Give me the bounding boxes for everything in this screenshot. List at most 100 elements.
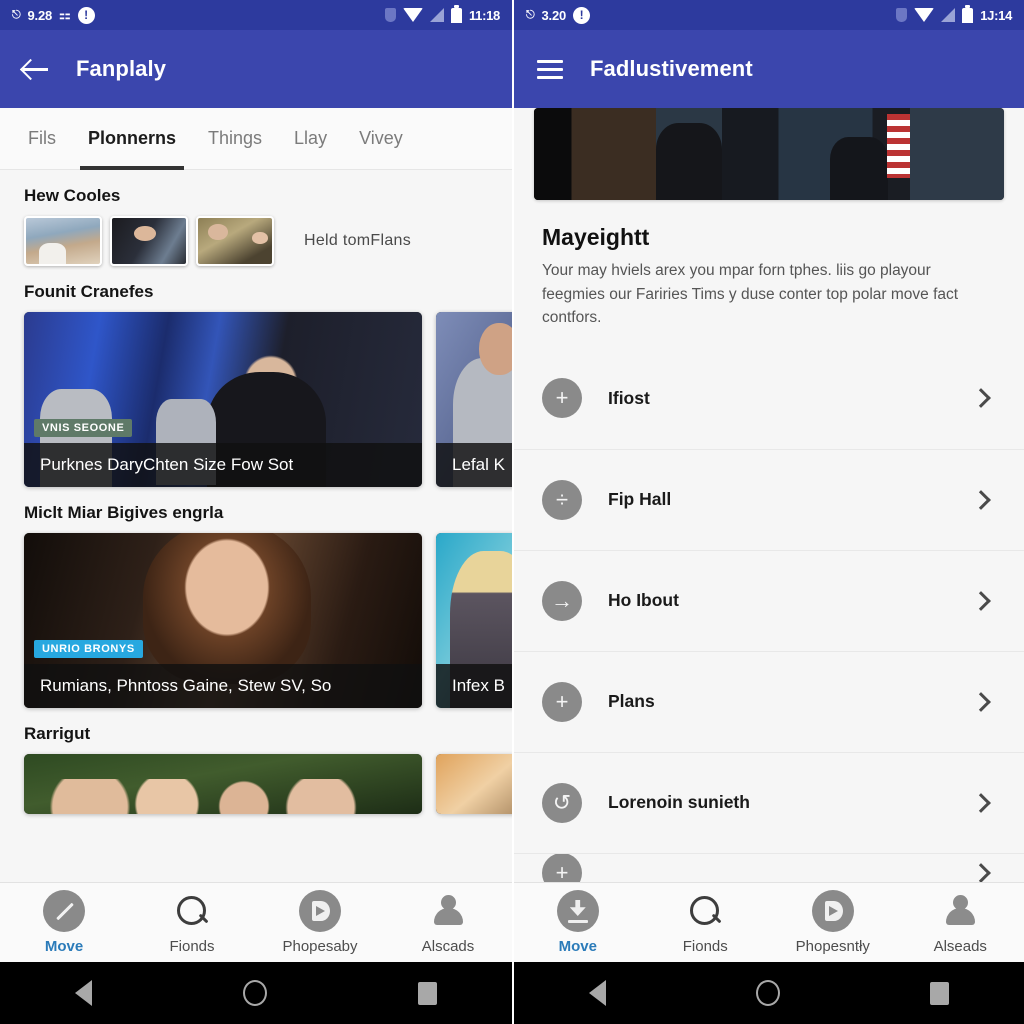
tab-llay[interactable]: Llay	[280, 108, 341, 170]
plus-circle-icon: +	[542, 378, 582, 419]
thumbnail-couple[interactable]	[196, 216, 274, 266]
nav-label: Alscads	[421, 938, 475, 955]
status-bar-clock: 1J:14	[980, 7, 1012, 23]
thumbnail-caption: Held tomFlans	[304, 232, 412, 249]
app-bar-title: Fadlustivement	[590, 56, 753, 81]
nav-label: Phopesntły	[795, 938, 870, 955]
card-caption: Lefal K	[436, 443, 512, 487]
hero-artwork	[534, 108, 1004, 200]
person-icon	[427, 890, 469, 932]
chevron-right-icon	[971, 792, 991, 813]
content-scroll-area[interactable]: Hew Cooles Held tomFlans Founit Cranefes…	[0, 170, 512, 882]
status-bar-left-group: ⎋ 3.20 !	[526, 6, 591, 24]
phone-screen-right: ⎋ 3.20 ! 1J:14 Fadlustivement Mayeightt …	[512, 0, 1024, 1024]
system-back-icon[interactable]	[589, 980, 606, 1006]
minus-circle-icon: ÷	[542, 479, 582, 520]
app-bar-left: Fanplaly	[0, 30, 512, 108]
battery-icon	[450, 4, 462, 23]
status-bar-left-group: ⎋ 9.28 ⚏ !	[12, 6, 95, 24]
tab-fils[interactable]: Fils	[14, 108, 70, 170]
thumbnail-crowd[interactable]	[24, 216, 102, 266]
media-card[interactable]: Infex B	[436, 533, 512, 708]
nav-label: Fionds	[169, 938, 215, 955]
app-bar-right: Fadlustivement	[514, 30, 1024, 108]
list-item[interactable]: → Ho Ibout	[514, 549, 1024, 651]
page-heading: Mayeightt	[542, 224, 650, 250]
list-item[interactable]: ↺ Lorenoin sunieth	[514, 751, 1024, 853]
plus-circle-icon: +	[542, 853, 582, 882]
arrow-right-circle-icon: →	[542, 580, 582, 621]
bottom-nav-right: Move Fionds Phopesntły Alseads	[514, 882, 1024, 962]
icon-symbol: ↺	[552, 789, 572, 815]
status-bar-clock: 11:18	[468, 7, 500, 23]
nav-item-alscads[interactable]: Alscads	[384, 890, 512, 955]
sim-card-icon: ⎋	[526, 8, 535, 21]
media-card[interactable]: Lefal K	[436, 312, 512, 487]
system-home-icon[interactable]	[242, 980, 267, 1006]
chevron-right-icon	[971, 489, 991, 510]
card-caption: Purknes DaryChten Size Fow Sot	[24, 443, 422, 487]
card-caption: Rumians, Phntoss Gaine, Stew SV, So	[24, 664, 422, 708]
nav-label: Alseads	[933, 938, 987, 955]
card-row-rarrigut[interactable]	[0, 754, 512, 814]
icon-symbol: →	[551, 587, 573, 613]
content-scroll-area[interactable]: Mayeightt Your may hviels arex you mpar …	[514, 108, 1024, 882]
download-circle-icon	[556, 890, 599, 932]
hamburger-menu-icon[interactable]	[536, 55, 564, 83]
card-artwork	[436, 754, 512, 814]
media-card[interactable]: UNRIO BRONYS Rumians, Phntoss Gaine, Ste…	[24, 533, 422, 708]
exclamation-circle-icon: !	[573, 6, 591, 24]
list-item[interactable]: ÷ Fip Hall	[514, 448, 1024, 550]
system-recents-icon[interactable]	[930, 981, 949, 1005]
edit-pencil-circle-icon	[43, 890, 85, 932]
thumbnail-portrait[interactable]	[110, 216, 188, 266]
system-back-icon[interactable]	[75, 980, 93, 1006]
thumbnail-group	[24, 216, 274, 266]
list-item[interactable]: +	[514, 852, 1024, 882]
nav-item-alseads[interactable]: Alseads	[897, 890, 1024, 955]
hero-image	[534, 108, 1004, 200]
card-row-miclt[interactable]: UNRIO BRONYS Rumians, Phntoss Gaine, Ste…	[0, 533, 512, 708]
media-card[interactable]: VNIS SEOONE Purknes DaryChten Size Fow S…	[24, 312, 422, 487]
battery-icon	[962, 4, 974, 23]
system-nav-bar-right	[514, 962, 1024, 1024]
list-item[interactable]: + Plans	[514, 650, 1024, 752]
section-title-rarrigut: Rarrigut	[24, 724, 91, 743]
shield-icon	[896, 8, 908, 22]
carrier-text: 9.28	[27, 7, 53, 23]
list-item[interactable]: + Ifiost	[514, 348, 1024, 449]
settings-list: + Ifiost ÷ Fip Hall → Ho Ibout + Plans ↺…	[514, 348, 1024, 882]
play-circle-icon	[811, 890, 854, 932]
search-icon	[171, 890, 213, 932]
nav-item-fionds[interactable]: Fionds	[128, 890, 256, 955]
section-title-miclt-miar: Miclt Miar Bigives engrla	[24, 503, 224, 522]
thumbnail-row[interactable]: Held tomFlans	[0, 216, 512, 266]
nav-label: Phopesaby	[282, 938, 358, 955]
cellular-signal-icon	[941, 8, 956, 22]
wifi-icon	[402, 8, 423, 22]
tab-things[interactable]: Things	[194, 108, 276, 170]
nav-item-phopesntly[interactable]: Phopesntły	[769, 890, 897, 955]
tab-vivey[interactable]: Vivey	[345, 108, 417, 170]
arrow-back-icon[interactable]	[22, 55, 50, 83]
section-title-founit-cranefes: Founit Cranefes	[24, 282, 154, 301]
system-recents-icon[interactable]	[417, 981, 437, 1005]
chevron-right-icon	[971, 388, 991, 409]
nav-item-phopesaby[interactable]: Phopesaby	[256, 890, 384, 955]
list-item-label: Plans	[608, 691, 655, 712]
tab-plonnerns[interactable]: Plonnerns	[74, 108, 190, 170]
media-card[interactable]	[436, 754, 512, 814]
card-row-founit[interactable]: VNIS SEOONE Purknes DaryChten Size Fow S…	[0, 312, 512, 487]
nav-label: Move	[558, 938, 597, 955]
tab-bar: Fils Plonnerns Things Llay Vivey	[0, 108, 512, 170]
search-icon	[684, 890, 726, 932]
list-item-label: Ifiost	[608, 387, 650, 408]
status-bar-right-group: 11:18	[384, 4, 500, 23]
nav-item-move[interactable]: Move	[0, 890, 128, 955]
nav-label: Fionds	[682, 938, 728, 955]
system-home-icon[interactable]	[756, 980, 780, 1006]
app-bar-title: Fanplaly	[76, 56, 167, 81]
media-card[interactable]	[24, 754, 422, 814]
nav-item-fionds[interactable]: Fionds	[642, 890, 770, 955]
nav-item-move[interactable]: Move	[514, 890, 642, 955]
